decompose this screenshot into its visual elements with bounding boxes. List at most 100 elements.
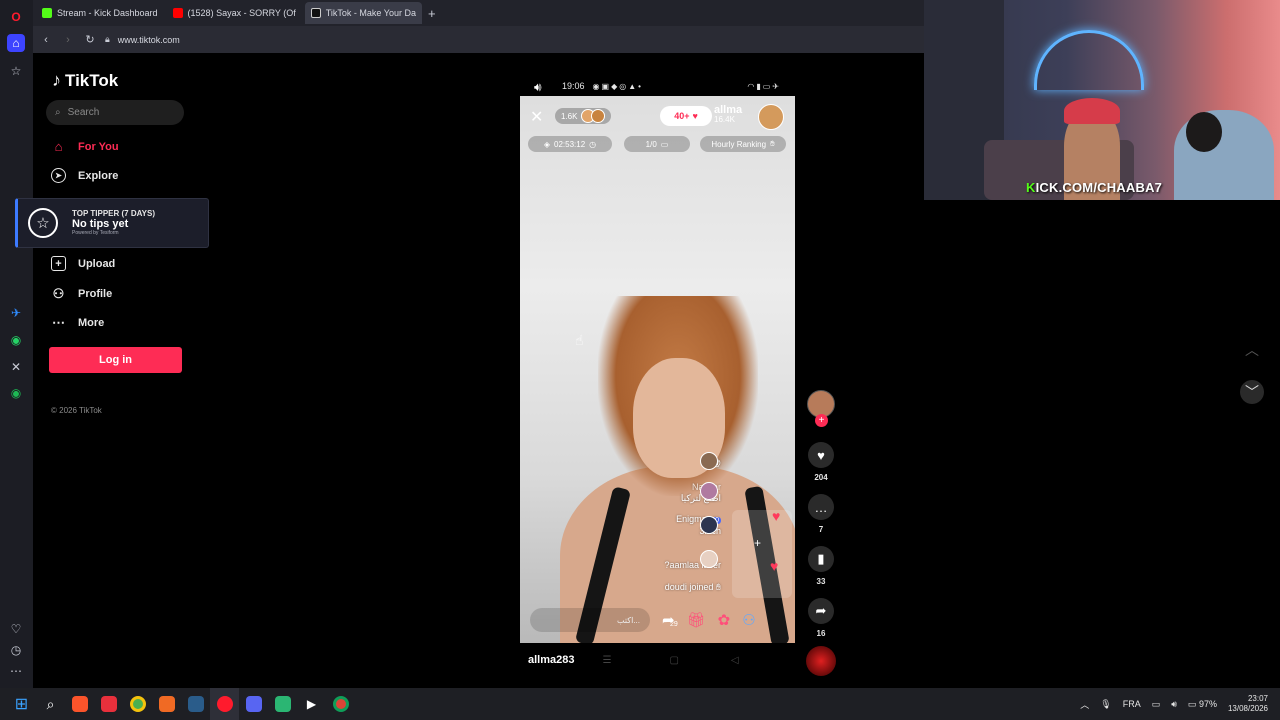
cam-red-cap <box>1064 98 1120 124</box>
share-count: 16 <box>816 629 826 638</box>
bookmarks-sidebar-icon[interactable]: ☆ <box>7 62 25 80</box>
opera-taskbar-icon[interactable] <box>210 688 239 720</box>
network-icon[interactable]: ▭ <box>1152 699 1161 710</box>
chrome-icon[interactable] <box>123 688 152 720</box>
system-tray: ︿ 🎙︎ FRA ▭ 🔊︎ ▭ 97% 23:07 13/08/2026 <box>1080 688 1268 720</box>
home-sidebar-icon[interactable]: ⌂ <box>7 34 25 52</box>
host-avatar[interactable] <box>758 104 784 130</box>
messenger-sidebar-icon[interactable]: ✈ <box>7 304 25 322</box>
opera-logo-icon[interactable]: O <box>7 8 25 26</box>
cam-person-right-head <box>1186 112 1222 152</box>
more-icon: ⋯ <box>52 314 65 330</box>
app-orange-icon[interactable] <box>152 688 181 720</box>
notification-icons: ◉▣◆◎▲• <box>592 81 643 91</box>
x-sidebar-icon[interactable]: ✕ <box>7 358 25 376</box>
more-sidebar-icon[interactable]: ⋯ <box>7 662 25 680</box>
chrome-2-icon[interactable] <box>326 688 355 720</box>
plus-square-icon: + <box>51 256 66 271</box>
commenter-avatar <box>700 452 718 470</box>
rose-icon[interactable]: ✿ <box>718 611 731 629</box>
login-button[interactable]: Log in <box>49 347 182 373</box>
share-live-icon[interactable]: ➦ 29 <box>662 611 678 629</box>
hand-icon: ✋︎ <box>770 139 775 148</box>
scroll-down-icon[interactable]: ﹀ <box>1240 380 1264 404</box>
live-duration: ◈ 02:53:12 ◷ <box>528 136 612 152</box>
nav-explore[interactable]: ➤ Explore <box>51 168 118 183</box>
nav-more[interactable]: ⋯ More <box>51 315 104 330</box>
plus-icon: + <box>754 536 762 550</box>
microphone-icon[interactable]: 🎙︎ <box>1100 699 1111 710</box>
media-player-icon[interactable]: ▶ <box>297 688 326 720</box>
tiktok-logo[interactable]: ♪ TikTok <box>52 70 118 91</box>
host-info[interactable]: allma 16.4K <box>714 104 742 125</box>
heart-icon[interactable]: ♥ <box>808 442 834 468</box>
share-action[interactable]: ➦ 16 <box>808 598 834 638</box>
music-avatar[interactable] <box>806 646 836 676</box>
steam-icon[interactable] <box>181 688 210 720</box>
copyright: © 2026 TikTok <box>51 406 102 415</box>
battery-icon: ▭ <box>1187 698 1199 709</box>
kick-url-overlay: KICK.COM/CHAABA7 <box>1026 180 1162 195</box>
nav-label: Explore <box>78 169 119 182</box>
back-icon[interactable]: ‹ <box>35 34 57 46</box>
app-green-icon[interactable] <box>268 688 297 720</box>
language-indicator[interactable]: FRA <box>1123 699 1141 709</box>
nav-for-you[interactable]: ⌂ For You <box>51 139 119 154</box>
goal-pill[interactable]: 1/0 ▭ <box>624 136 690 152</box>
app-red-icon[interactable] <box>94 688 123 720</box>
tab-youtube[interactable]: (1528) Sayax - SORRY (Of <box>167 2 302 24</box>
taskbar-search-icon[interactable]: ⌕ <box>36 688 65 720</box>
follow-plus-icon[interactable]: + <box>815 414 828 427</box>
nav-upload[interactable]: + Upload <box>51 256 115 271</box>
viewer-count[interactable]: 1.6K <box>555 108 612 124</box>
tab-tiktok[interactable]: TikTok - Make Your Da <box>304 2 422 24</box>
comment-input[interactable]: اكتب... <box>530 608 650 632</box>
home-icon: ⌂ <box>54 139 63 154</box>
forward-icon[interactable]: › <box>57 34 79 46</box>
tray-chevron-icon[interactable]: ︿ <box>1080 698 1089 711</box>
heart-sidebar-icon[interactable]: ♡ <box>7 620 25 638</box>
nav-profile[interactable]: ⚇ Profile <box>51 286 113 301</box>
history-sidebar-icon[interactable]: ◷ <box>7 641 25 659</box>
comment-icon[interactable]: … <box>808 494 834 520</box>
live-video[interactable]: ✕ 1.6K 40+ ♥ allma 16.4K ◈ 02:53:12 ◷ 1/… <box>520 96 795 643</box>
kick-rest: ICK.COM/CHAABA7 <box>1035 180 1163 195</box>
tiktok-brand: TikTok <box>65 70 119 90</box>
star-icon: ☆ <box>28 208 58 238</box>
new-tab-button[interactable]: + <box>428 6 436 21</box>
clock[interactable]: 23:07 13/08/2026 <box>1228 694 1268 715</box>
clock-time: 23:07 <box>1247 693 1268 703</box>
address-bar: ‹ › ↻ 🔒︎ www.tiktok.com <box>33 26 924 53</box>
tab-kick-dashboard[interactable]: Stream - Kick Dashboard <box>36 2 164 24</box>
guests-icon[interactable]: ⚇ <box>742 611 755 629</box>
close-icon[interactable]: ✕ <box>530 107 543 127</box>
hand-cursor-icon: ☝︎ <box>575 332 584 348</box>
comment-action[interactable]: … 7 <box>808 494 834 534</box>
hourly-ranking-pill[interactable]: Hourly Ranking ✋︎ <box>700 136 786 152</box>
search-input[interactable]: ⌕ Search <box>46 100 184 125</box>
menu-nav-icon: ☰ <box>602 654 612 666</box>
reload-icon[interactable]: ↻ <box>79 33 101 46</box>
like-action[interactable]: ♥ 204 <box>808 442 834 482</box>
clock-date: 13/08/2026 <box>1227 704 1268 713</box>
scroll-up-icon[interactable]: ︿ <box>1240 338 1264 362</box>
whatsapp-sidebar-icon[interactable]: ◉ <box>7 331 25 349</box>
speaker-tray-icon[interactable]: 🔊︎ <box>1171 699 1177 710</box>
username-label: allma283 <box>528 654 575 666</box>
save-action[interactable]: ▮ 33 <box>808 546 834 586</box>
gift-icon[interactable]: 🎁︎ <box>687 611 706 629</box>
share-icon[interactable]: ➦ <box>808 598 834 624</box>
kick-k: K <box>1026 180 1036 195</box>
floating-heart-icon: ♥ <box>770 558 779 574</box>
brave-icon[interactable] <box>65 688 94 720</box>
url-field[interactable]: www.tiktok.com <box>118 35 180 45</box>
lock-icon: 🔒︎ <box>105 34 110 44</box>
chat-comment: doudi joined ✋︎ <box>665 582 721 593</box>
home-nav-icon: ▢ <box>669 654 679 666</box>
spotify-sidebar-icon[interactable]: ◉ <box>7 384 25 402</box>
bookmark-icon[interactable]: ▮ <box>808 546 834 572</box>
battery-indicator[interactable]: ▭ 97% <box>1188 699 1217 710</box>
likes-pill[interactable]: 40+ ♥ <box>660 106 712 126</box>
discord-icon[interactable] <box>239 688 268 720</box>
windows-start-icon[interactable]: ⊞ <box>7 688 36 720</box>
